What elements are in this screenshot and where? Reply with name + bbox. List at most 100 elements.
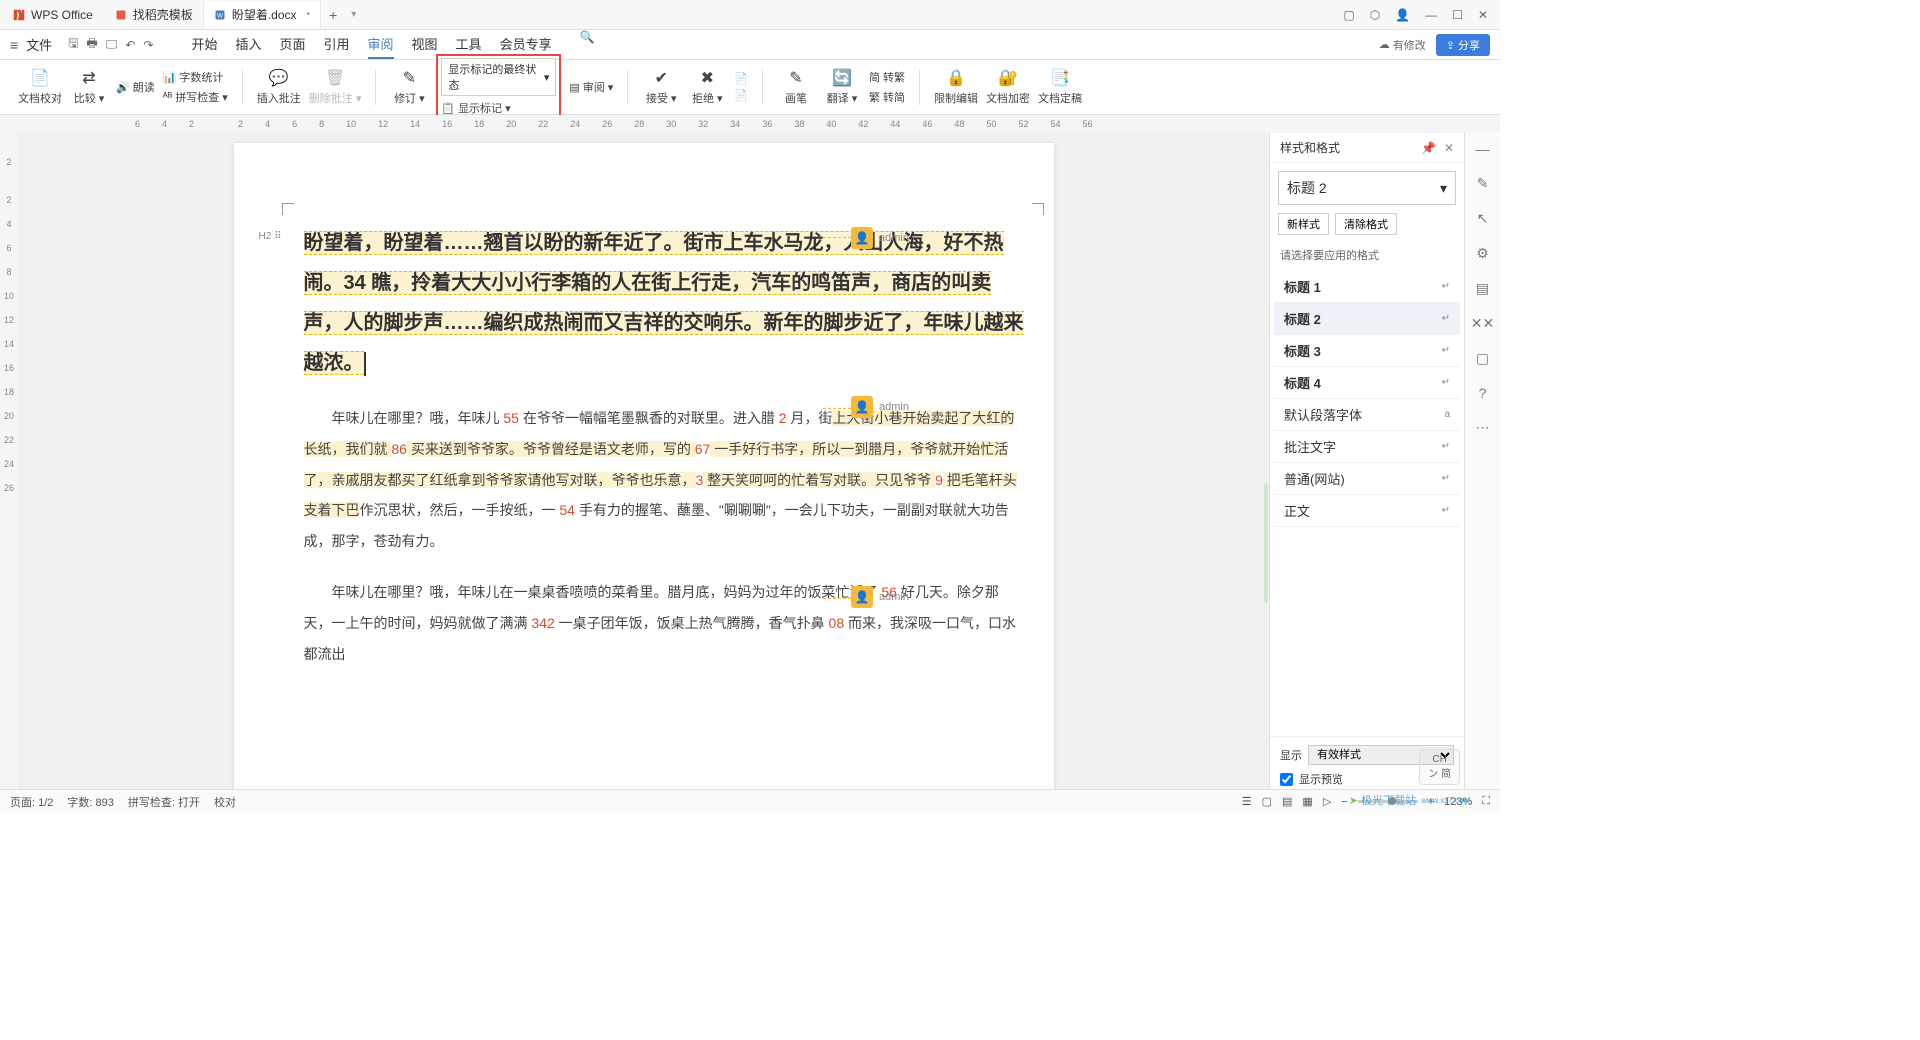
new-style-button[interactable]: 新样式 bbox=[1278, 213, 1329, 235]
print-icon[interactable]: 🖶 bbox=[86, 34, 97, 55]
undo-icon[interactable]: ↶ bbox=[125, 34, 135, 55]
delete-comment-button[interactable]: 🗑删除批注 ▾ bbox=[309, 68, 362, 106]
layers-tool-icon[interactable]: ▤ bbox=[1476, 280, 1489, 297]
review-pane-button[interactable]: ▤ 审阅 ▾ bbox=[569, 79, 613, 95]
finalize-button[interactable]: 📑文档定稿 bbox=[1038, 68, 1082, 106]
status-spell[interactable]: 拼写检查: 打开 bbox=[128, 794, 200, 810]
view-mode-icon[interactable]: ☰ bbox=[1242, 795, 1252, 808]
style-item-h3[interactable]: 标题 3↵ bbox=[1274, 335, 1460, 367]
tab-templates[interactable]: 找稻壳模板 bbox=[105, 1, 204, 29]
view-mode-icon[interactable]: ▷ bbox=[1323, 795, 1331, 808]
toolbox-icon[interactable]: ✕✕ bbox=[1471, 315, 1494, 332]
body-paragraph[interactable]: 年味儿在哪里？哦，年味儿 55 在爷爷一幅幅笔墨飘香的对联里。进入腊 2 月，街… bbox=[304, 403, 1024, 557]
settings-tool-icon[interactable]: ⚙ bbox=[1476, 245, 1489, 262]
restrict-edit-button[interactable]: 🔒限制编辑 bbox=[934, 68, 978, 106]
ime-indicator[interactable]: CH ン 简 bbox=[1419, 749, 1460, 785]
accept-button[interactable]: ✔接受 ▾ bbox=[642, 68, 680, 106]
layout-icon[interactable]: ▢ bbox=[1343, 8, 1354, 22]
revision-state-select[interactable]: 显示标记的最终状态▾ bbox=[441, 58, 556, 96]
view-mode-icon[interactable]: ▢ bbox=[1262, 795, 1272, 808]
save-icon[interactable]: 🖫 bbox=[68, 34, 78, 55]
to-simplified-button[interactable]: 繁 转简 bbox=[869, 89, 905, 105]
clear-format-button[interactable]: 清除格式 bbox=[1335, 213, 1397, 235]
hamburger-icon[interactable]: ≡ bbox=[10, 37, 18, 53]
comment-connector-icon bbox=[823, 237, 851, 238]
cube-icon[interactable]: ⬡ bbox=[1370, 8, 1380, 22]
comment-marker[interactable]: 👤 admin bbox=[851, 586, 909, 608]
avatar-icon[interactable]: 👤 bbox=[1395, 8, 1410, 22]
file-menu[interactable]: 文件 bbox=[26, 35, 52, 54]
wordcount-button[interactable]: 📊 字数统计 bbox=[163, 69, 228, 85]
menu-view[interactable]: 视图 bbox=[412, 30, 438, 59]
zoom-in-icon[interactable]: + bbox=[1428, 796, 1434, 808]
more-tool-icon[interactable]: ⋯ bbox=[1476, 419, 1490, 436]
preview-checkbox[interactable] bbox=[1280, 773, 1293, 786]
maximize-icon[interactable]: ☐ bbox=[1452, 8, 1463, 22]
horizontal-ruler[interactable]: 6422468101214161820222426283032343638404… bbox=[130, 115, 1500, 133]
user-avatar-icon: 👤 bbox=[851, 586, 873, 608]
style-item-comment-text[interactable]: 批注文字↵ bbox=[1274, 431, 1460, 463]
to-traditional-button[interactable]: 简 转繁 bbox=[869, 69, 905, 85]
translate-button[interactable]: 🔄翻译 ▾ bbox=[823, 68, 861, 106]
vertical-scrollbar[interactable] bbox=[1264, 483, 1268, 603]
fullscreen-icon[interactable]: ⛶ bbox=[1482, 795, 1490, 808]
status-proof[interactable]: 校对 bbox=[214, 794, 236, 810]
edit-tool-icon[interactable]: ✎ bbox=[1477, 175, 1489, 192]
zoom-out-icon[interactable]: − bbox=[1341, 796, 1347, 808]
help-tool-icon[interactable]: ? bbox=[1479, 385, 1487, 401]
encrypt-button[interactable]: 🔐文档加密 bbox=[986, 68, 1030, 106]
menu-ref[interactable]: 引用 bbox=[324, 30, 350, 59]
print-preview-icon[interactable]: 🖵 bbox=[106, 34, 118, 55]
close-icon[interactable]: ✕ bbox=[1478, 8, 1488, 22]
next-change-button[interactable]: 📄 bbox=[734, 89, 748, 102]
word-doc-icon: W bbox=[214, 9, 226, 21]
comment-marker[interactable]: 👤 admin bbox=[851, 396, 909, 418]
close-panel-icon[interactable]: ✕ bbox=[1444, 141, 1454, 155]
view-mode-icon[interactable]: ▤ bbox=[1282, 795, 1292, 808]
track-changes-button[interactable]: ✎修订 ▾ bbox=[390, 68, 428, 106]
tab-document[interactable]: W 盼望着.docx • bbox=[204, 1, 321, 29]
style-item-normal-web[interactable]: 普通(网站)↵ bbox=[1274, 463, 1460, 495]
status-page[interactable]: 页面: 1/2 bbox=[10, 794, 53, 810]
body-paragraph[interactable]: 年味儿在哪里？哦，年味儿在一桌桌香喷喷的菜肴里。腊月底，妈妈为过年的饭菜忙活了 … bbox=[304, 577, 1024, 669]
document-area[interactable]: H2 ⠿ 盼望着，盼望着……翘首以盼的新年近了。街市上车水马龙，人山人海，好不热… bbox=[18, 133, 1269, 801]
zoom-value[interactable]: 123% bbox=[1444, 796, 1472, 808]
insert-comment-button[interactable]: 💬插入批注 bbox=[257, 68, 301, 106]
new-tab-button[interactable]: + bbox=[321, 7, 345, 23]
pen-button[interactable]: ✎画笔 bbox=[777, 68, 815, 106]
outline-level-handle[interactable]: H2 ⠿ bbox=[259, 231, 282, 242]
read-button[interactable]: 🔊 朗读 bbox=[116, 79, 155, 95]
vertical-ruler[interactable]: 22468101214161820222426 bbox=[0, 133, 18, 801]
show-markup-button[interactable]: 📋 显示标记 ▾ bbox=[441, 100, 556, 116]
spellcheck-button[interactable]: ᴬᴮ 拼写检查 ▾ bbox=[163, 89, 228, 105]
share-button[interactable]: ⇪ 分享 bbox=[1436, 34, 1490, 56]
search-icon[interactable]: 🔍 bbox=[580, 30, 595, 59]
collapse-sidebar-icon[interactable]: — bbox=[1476, 141, 1490, 157]
select-tool-icon[interactable]: ↖ bbox=[1477, 210, 1489, 227]
pin-icon[interactable]: 📌 bbox=[1421, 141, 1436, 155]
compare-button[interactable]: ⇄比较 ▾ bbox=[70, 68, 108, 106]
menu-page[interactable]: 页面 bbox=[279, 30, 305, 59]
zoom-slider[interactable] bbox=[1358, 800, 1418, 803]
styles-panel: 样式和格式 📌 ✕ 标题 2▾ 新样式 清除格式 请选择要应用的格式 标题 1↵… bbox=[1269, 133, 1464, 801]
redo-icon[interactable]: ↷ bbox=[143, 34, 153, 55]
tab-overflow-icon[interactable]: ▾ bbox=[351, 9, 356, 20]
minimize-icon[interactable]: — bbox=[1425, 8, 1437, 22]
style-item-h1[interactable]: 标题 1↵ bbox=[1274, 271, 1460, 303]
menu-review[interactable]: 审阅 bbox=[368, 30, 394, 59]
style-item-h2[interactable]: 标题 2↵ bbox=[1274, 303, 1460, 335]
menu-start[interactable]: 开始 bbox=[191, 30, 217, 59]
style-item-h4[interactable]: 标题 4↵ bbox=[1274, 367, 1460, 399]
proofread-button[interactable]: 📄文档校对 bbox=[18, 68, 62, 106]
style-item-body[interactable]: 正文↵ bbox=[1274, 495, 1460, 527]
heading-paragraph[interactable]: 盼望着，盼望着……翘首以盼的新年近了。街市上车水马龙，人山人海，好不热闹。34 … bbox=[304, 223, 1024, 383]
media-tool-icon[interactable]: ▢ bbox=[1476, 350, 1489, 367]
menu-insert[interactable]: 插入 bbox=[235, 30, 261, 59]
view-mode-icon[interactable]: ▦ bbox=[1302, 795, 1312, 808]
current-style-select[interactable]: 标题 2▾ bbox=[1278, 171, 1456, 205]
prev-change-button[interactable]: 📄 bbox=[734, 72, 748, 85]
reject-button[interactable]: ✖拒绝 ▾ bbox=[688, 68, 726, 106]
status-words[interactable]: 字数: 893 bbox=[67, 794, 113, 810]
style-item-default-font[interactable]: 默认段落字体a bbox=[1274, 399, 1460, 431]
comment-marker[interactable]: 👤 admin bbox=[851, 227, 909, 249]
